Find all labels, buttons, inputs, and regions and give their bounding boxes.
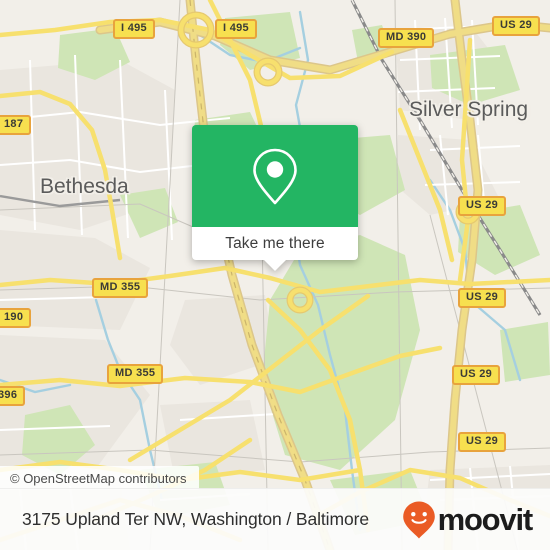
destination-callout-card[interactable]: Take me there xyxy=(192,125,358,271)
callout-icon-area xyxy=(192,125,358,227)
road-shield-md355-lower[interactable]: MD 355 xyxy=(107,364,164,384)
address-label: 3175 Upland Ter NW, Washington / Baltimo… xyxy=(22,509,369,529)
road-shield-md390[interactable]: MD 390 xyxy=(378,28,435,48)
map-screen: Bethesda Silver Spring I 495 I 495 MD 39… xyxy=(0,0,550,550)
location-pin-icon xyxy=(253,148,297,205)
attribution-text: © OpenStreetMap contributors xyxy=(10,470,187,486)
road-shield-i495-east[interactable]: I 495 xyxy=(215,19,257,39)
footer-bar: 3175 Upland Ter NW, Washington / Baltimo… xyxy=(0,488,550,550)
place-label-bethesda: Bethesda xyxy=(40,175,129,198)
road-shield-us29-bottom[interactable]: US 29 xyxy=(458,432,507,452)
callout-action-area[interactable]: Take me there xyxy=(192,227,358,271)
moovit-wordmark: moovit xyxy=(437,502,534,537)
road-shield-us29-lower[interactable]: US 29 xyxy=(452,365,501,385)
moovit-smiley-pin-icon xyxy=(402,501,435,538)
road-shield-396[interactable]: 396 xyxy=(0,386,26,406)
take-me-there-label: Take me there xyxy=(225,234,325,252)
map-attribution[interactable]: © OpenStreetMap contributors xyxy=(0,466,199,490)
road-shield-us29-upper[interactable]: US 29 xyxy=(458,196,507,216)
moovit-brand[interactable]: moovit xyxy=(402,500,534,540)
road-shield-md355-upper[interactable]: MD 355 xyxy=(92,278,149,298)
road-shield-us29-mid[interactable]: US 29 xyxy=(458,288,507,308)
place-label-silver-spring: Silver Spring xyxy=(409,98,529,121)
road-shield-us29-north[interactable]: US 29 xyxy=(492,16,541,36)
road-shield-i495-west[interactable]: I 495 xyxy=(113,19,155,39)
road-shield-190[interactable]: 190 xyxy=(0,308,32,328)
callout-pointer xyxy=(263,259,287,271)
road-shield-187[interactable]: 187 xyxy=(0,115,32,135)
